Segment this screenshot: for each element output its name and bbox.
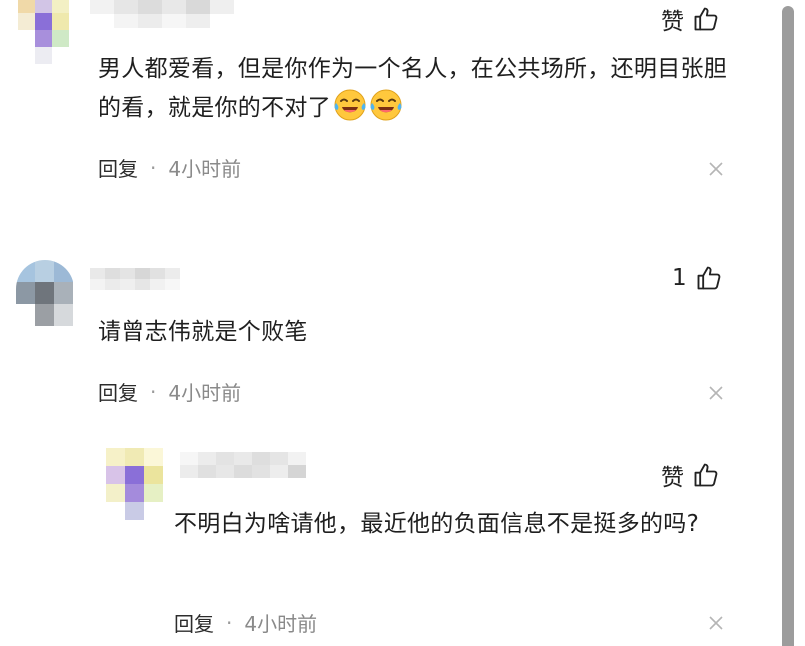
reply-button[interactable]: 回复 xyxy=(98,153,138,182)
separator: · xyxy=(150,155,157,180)
comment-text: 男人都爱看，但是你作为一个名人，在公共场所，还明目张胆的看，就是你的不对了 xyxy=(98,56,728,121)
timestamp: 4小时前 xyxy=(244,612,318,636)
close-icon[interactable] xyxy=(708,615,724,631)
comment-meta: 回复 · 4小时前 xyxy=(98,153,241,182)
like-count: 赞 xyxy=(661,465,684,491)
scrollbar-thumb[interactable] xyxy=(782,6,794,646)
thumbs-up-icon xyxy=(692,461,720,489)
close-icon[interactable] xyxy=(708,161,724,177)
timestamp: 4小时前 xyxy=(168,381,242,405)
avatar[interactable] xyxy=(106,448,164,522)
reply-button[interactable]: 回复 xyxy=(98,377,138,406)
username-blurred[interactable] xyxy=(90,0,234,28)
comment-text: 不明白为啥请他，最近他的负面信息不是挺多的吗? xyxy=(174,511,700,537)
comment-text: 请曾志伟就是个败笔 xyxy=(98,319,308,345)
comment-meta: 回复 · 4小时前 xyxy=(174,608,317,637)
like-button[interactable]: 赞 xyxy=(661,458,720,492)
username-blurred[interactable] xyxy=(90,268,180,290)
reply-button[interactable]: 回复 xyxy=(174,608,214,637)
avatar[interactable] xyxy=(16,260,74,326)
like-button[interactable]: 1 xyxy=(672,264,723,292)
username-blurred[interactable] xyxy=(180,452,306,478)
close-icon[interactable] xyxy=(708,385,724,401)
crying-laughing-icon xyxy=(334,89,366,121)
like-button[interactable]: 赞 xyxy=(661,2,720,36)
scrollbar[interactable] xyxy=(781,0,795,646)
timestamp: 4小时前 xyxy=(168,157,242,181)
like-count: 赞 xyxy=(661,9,684,35)
thumbs-up-icon xyxy=(695,264,723,292)
avatar[interactable] xyxy=(18,0,70,66)
separator: · xyxy=(226,610,233,635)
separator: · xyxy=(150,379,157,404)
comment-list: 赞 男人都爱看，但是你作为一个名人，在公共场所，还明目张胆的看，就是你的不对了 xyxy=(0,0,805,646)
crying-laughing-icon xyxy=(370,89,402,121)
like-count: 1 xyxy=(672,265,687,291)
thumbs-up-icon xyxy=(692,5,720,33)
comment-meta: 回复 · 4小时前 xyxy=(98,377,241,406)
